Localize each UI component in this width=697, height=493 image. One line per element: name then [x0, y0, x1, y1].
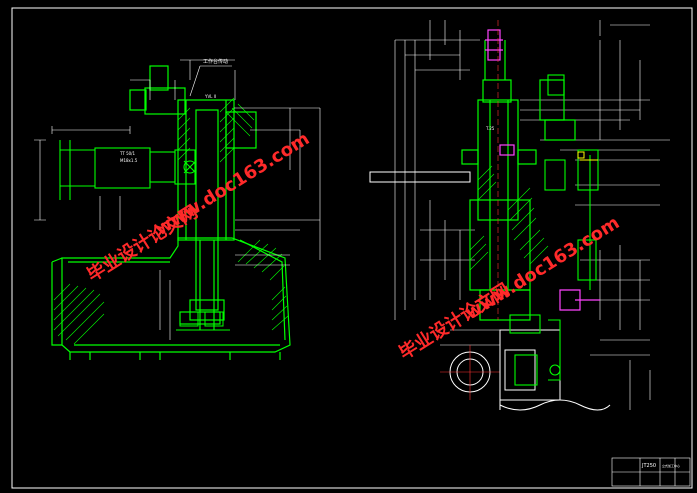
title-block-subtitle: 立式加工中心 — [662, 463, 680, 468]
title-block-title: JT250 — [641, 463, 656, 469]
right-side-note: T.25 — [485, 126, 495, 131]
left-text-block-2: M18x1.5 — [120, 158, 138, 163]
left-callout-label: 工作台传动 — [203, 58, 228, 65]
left-small-note: YVL II — [204, 94, 216, 99]
cad-drawing-canvas: 工作台传动 YVL II TT 50/1 M18x1.5 T.25 JT250 … — [0, 0, 697, 493]
left-text-block-1: TT 50/1 — [119, 151, 136, 156]
